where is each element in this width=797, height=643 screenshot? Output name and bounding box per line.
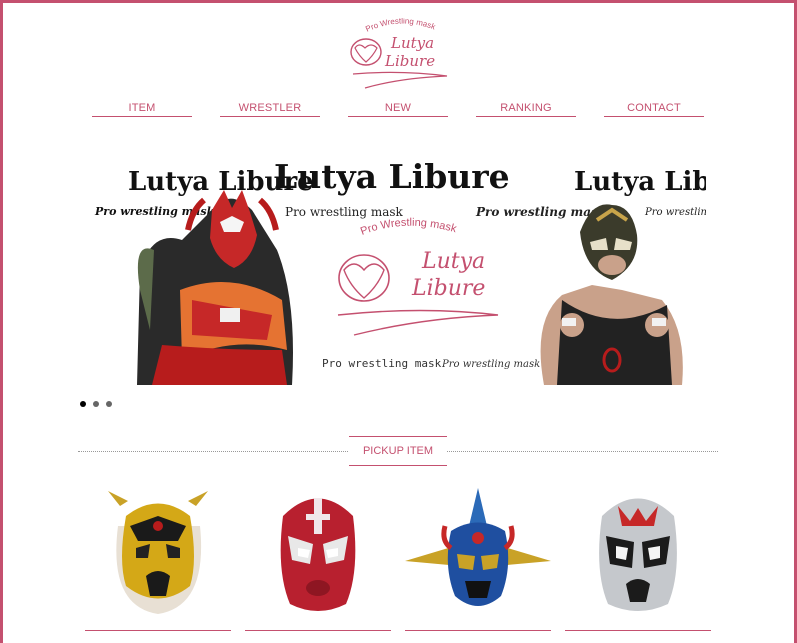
hero-right-title: Lutya Libure — [574, 167, 706, 197]
slider-dot-2[interactable] — [93, 401, 99, 407]
slider-dot-3[interactable] — [106, 401, 112, 407]
svg-text:Pro Wrestling mask: Pro Wrestling mask — [359, 217, 458, 238]
hero-bottom-right: Pro wrestling mask — [441, 359, 540, 370]
nav-contact[interactable]: CONTACT — [604, 101, 704, 117]
hero-logo-name-2: Libure — [411, 276, 485, 301]
slider-dots — [80, 394, 119, 412]
hero-center-title: Lutya Libure — [274, 157, 510, 196]
red-mask-icon — [280, 498, 356, 611]
pickup-item-4[interactable] — [565, 486, 711, 631]
hero-logo-tagline: Pro Wrestling mask — [359, 217, 458, 238]
main-nav: ITEM WRESTLER NEW RANKING CONTACT — [0, 101, 797, 119]
nav-item[interactable]: ITEM — [92, 101, 192, 117]
silver-mask-icon — [599, 498, 677, 611]
liger-mask-icon — [405, 488, 551, 606]
pickup-item-2[interactable] — [245, 486, 391, 631]
wrestler-right-icon — [540, 204, 683, 385]
hero-logo-name-1: Lutya — [421, 249, 485, 274]
hero-right-sub: Pro wrestling mask — [644, 207, 706, 218]
hero-center-sub-right: Pro wrestling mask — [475, 205, 606, 219]
svg-text:Pro Wrestling mask: Pro Wrestling mask — [364, 18, 437, 34]
wrestler-left-icon — [137, 190, 293, 385]
hero-bottom-left: Pro wrestling mask — [322, 357, 442, 370]
tiger-mask-icon — [108, 491, 208, 614]
logo-name-1: Lutya — [390, 34, 434, 52]
logo-tagline: Pro Wrestling mask — [364, 18, 437, 34]
pickup-item-1[interactable] — [85, 486, 231, 631]
hero-center-sub-left: Pro wrestling mask — [285, 205, 404, 219]
nav-ranking[interactable]: RANKING — [476, 101, 576, 117]
pickup-item-3[interactable] — [405, 486, 551, 631]
hero-slider[interactable]: Lutya Libure Pro wrestling mask Lutya Li… — [92, 150, 706, 385]
nav-wrestler[interactable]: WRESTLER — [220, 101, 320, 117]
slider-dot-1[interactable] — [80, 401, 86, 407]
hero-banner-image: Lutya Libure Pro wrestling mask Lutya Li… — [94, 157, 706, 385]
nav-new[interactable]: NEW — [348, 101, 448, 117]
site-logo[interactable]: Pro Wrestling mask Lutya Libure — [345, 18, 451, 94]
pickup-title: PICKUP ITEM — [349, 436, 447, 466]
logo-name-2: Libure — [384, 52, 435, 70]
